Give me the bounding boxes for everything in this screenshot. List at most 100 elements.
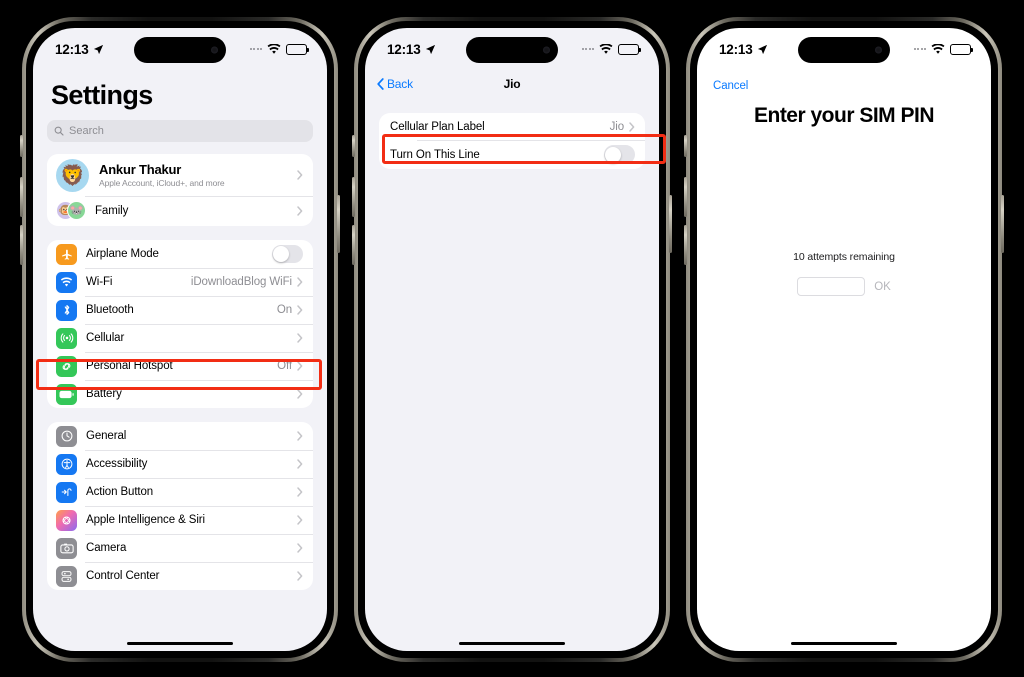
family-row[interactable]: 🐵 🐭 Family <box>47 196 313 226</box>
volume-down-button[interactable] <box>684 225 687 265</box>
chevron-right-icon <box>297 277 303 287</box>
settings-row-label: Action Button <box>86 486 154 498</box>
power-button[interactable] <box>1001 195 1004 253</box>
account-name: Ankur Thakur <box>99 162 182 177</box>
cellular-dots-icon <box>249 48 262 50</box>
camera-icon <box>56 537 77 559</box>
status-bar-left: 12:13 <box>55 42 104 57</box>
silent-switch[interactable] <box>20 135 23 157</box>
row-turn-on-this-line[interactable]: Turn On This Line <box>379 140 645 169</box>
settings-row-camera[interactable]: Camera <box>47 534 313 562</box>
silent-switch[interactable] <box>352 135 355 157</box>
gear-icon <box>56 425 77 447</box>
accessibility-icon <box>56 453 77 475</box>
dynamic-island <box>466 37 558 63</box>
chevron-right-icon <box>297 206 303 216</box>
power-button[interactable] <box>669 195 672 253</box>
settings-row-airplane-mode[interactable]: Airplane Mode <box>47 240 313 268</box>
battery-icon <box>950 43 973 55</box>
front-camera-icon <box>543 46 550 54</box>
wifi-icon <box>931 43 945 54</box>
silent-switch[interactable] <box>684 135 687 157</box>
volume-up-button[interactable] <box>20 177 23 217</box>
settings-row-bluetooth[interactable]: Bluetooth On <box>47 296 313 324</box>
sim-pin-input[interactable] <box>797 277 866 296</box>
settings-row-label: Cellular <box>86 332 125 344</box>
battery-icon <box>56 383 77 405</box>
settings-row-label: Bluetooth <box>86 304 134 316</box>
settings-row-label: Apple Intelligence & Siri <box>86 514 205 526</box>
cellular-dots-icon <box>581 48 594 50</box>
phone-bezel: 12:13 Cancel Enter your SIM PIN 10 attem… <box>690 21 998 658</box>
bluetooth-value: On <box>276 304 292 316</box>
dynamic-island <box>134 37 226 63</box>
volume-down-button[interactable] <box>20 225 23 265</box>
home-indicator <box>127 641 233 645</box>
screenshot-canvas: 12:13 Settings Search 🦁 Ankur Thakur App… <box>0 0 1024 677</box>
account-subtitle: Apple Account, iCloud+, and more <box>99 178 225 188</box>
location-arrow-icon <box>757 44 767 54</box>
settings-row-apple-intelligence-siri[interactable]: Apple Intelligence & Siri <box>47 506 313 534</box>
cellular-plan-value: Jio <box>609 120 625 133</box>
settings-content: Settings Search 🦁 Ankur Thakur Apple Acc… <box>33 80 327 590</box>
settings-row-label: Airplane Mode <box>86 248 159 260</box>
phone-device-jio: 12:13 Back Jio Cellular Plan Label Jio T… <box>352 17 672 662</box>
jio-content: Cellular Plan Label Jio Turn On This Lin… <box>365 97 659 169</box>
navigation-bar: Back Jio <box>365 70 659 97</box>
settings-row-control-center[interactable]: Control Center <box>47 562 313 590</box>
ok-button[interactable]: OK <box>874 281 891 293</box>
airplane-icon <box>56 243 77 265</box>
family-avatars: 🐵 🐭 <box>56 200 86 222</box>
phone2-screen: 12:13 Back Jio Cellular Plan Label Jio T… <box>365 28 659 651</box>
settings-row-wifi[interactable]: Wi-Fi iDownloadBlog WiFi <box>47 268 313 296</box>
phone3-screen: 12:13 Cancel Enter your SIM PIN 10 attem… <box>697 28 991 651</box>
airplane-mode-toggle[interactable] <box>272 244 303 264</box>
battery-icon <box>618 43 641 55</box>
control-center-icon <box>56 565 77 587</box>
connectivity-card: Airplane Mode Wi-Fi iDownloadBlog WiFi B… <box>47 240 313 408</box>
settings-row-general[interactable]: General <box>47 422 313 450</box>
turn-on-this-line-toggle[interactable] <box>604 145 635 164</box>
settings-row-label: General <box>86 430 127 442</box>
chevron-right-icon <box>297 459 303 469</box>
power-button[interactable] <box>337 195 340 253</box>
search-input[interactable]: Search <box>47 120 313 142</box>
jio-settings-card: Cellular Plan Label Jio Turn On This Lin… <box>379 113 645 169</box>
wifi-icon <box>267 43 281 54</box>
volume-down-button[interactable] <box>352 225 355 265</box>
row-label: Turn On This Line <box>390 148 480 161</box>
row-label: Cellular Plan Label <box>390 120 485 133</box>
settings-row-action-button[interactable]: Action Button <box>47 478 313 506</box>
chevron-right-icon <box>297 170 303 180</box>
wifi-icon <box>56 271 77 293</box>
row-cellular-plan-label[interactable]: Cellular Plan Label Jio <box>379 113 645 140</box>
settings-row-cellular[interactable]: Cellular <box>47 324 313 352</box>
phone-device-settings: 12:13 Settings Search 🦁 Ankur Thakur App… <box>20 17 340 662</box>
apple-account-row[interactable]: 🦁 Ankur Thakur Apple Account, iCloud+, a… <box>47 154 313 196</box>
home-indicator <box>459 641 565 645</box>
volume-up-button[interactable] <box>352 177 355 217</box>
cellular-signal-icon <box>56 327 77 349</box>
phone1-screen: 12:13 Settings Search 🦁 Ankur Thakur App… <box>33 28 327 651</box>
location-arrow-icon <box>425 44 435 54</box>
chevron-right-icon <box>297 361 303 371</box>
volume-up-button[interactable] <box>684 177 687 217</box>
family-label: Family <box>95 205 129 217</box>
dynamic-island <box>798 37 890 63</box>
chevron-right-icon <box>297 305 303 315</box>
chevron-right-icon <box>297 487 303 497</box>
phone-bezel: 12:13 Settings Search 🦁 Ankur Thakur App… <box>26 21 334 658</box>
system-card: General Accessibility Action Button Appl… <box>47 422 313 590</box>
settings-row-label: Control Center <box>86 570 160 582</box>
phone-device-sim-pin: 12:13 Cancel Enter your SIM PIN 10 attem… <box>684 17 1004 662</box>
battery-icon <box>286 43 309 55</box>
settings-row-personal-hotspot[interactable]: Personal Hotspot Off <box>47 352 313 380</box>
sim-pin-title: Enter your SIM PIN <box>753 104 935 127</box>
home-indicator <box>791 641 897 645</box>
bluetooth-icon <box>56 299 77 321</box>
location-arrow-icon <box>93 44 103 54</box>
settings-row-battery[interactable]: Battery <box>47 380 313 408</box>
settings-row-accessibility[interactable]: Accessibility <box>47 450 313 478</box>
cancel-button[interactable]: Cancel <box>713 80 748 92</box>
status-time: 12:13 <box>55 41 89 57</box>
